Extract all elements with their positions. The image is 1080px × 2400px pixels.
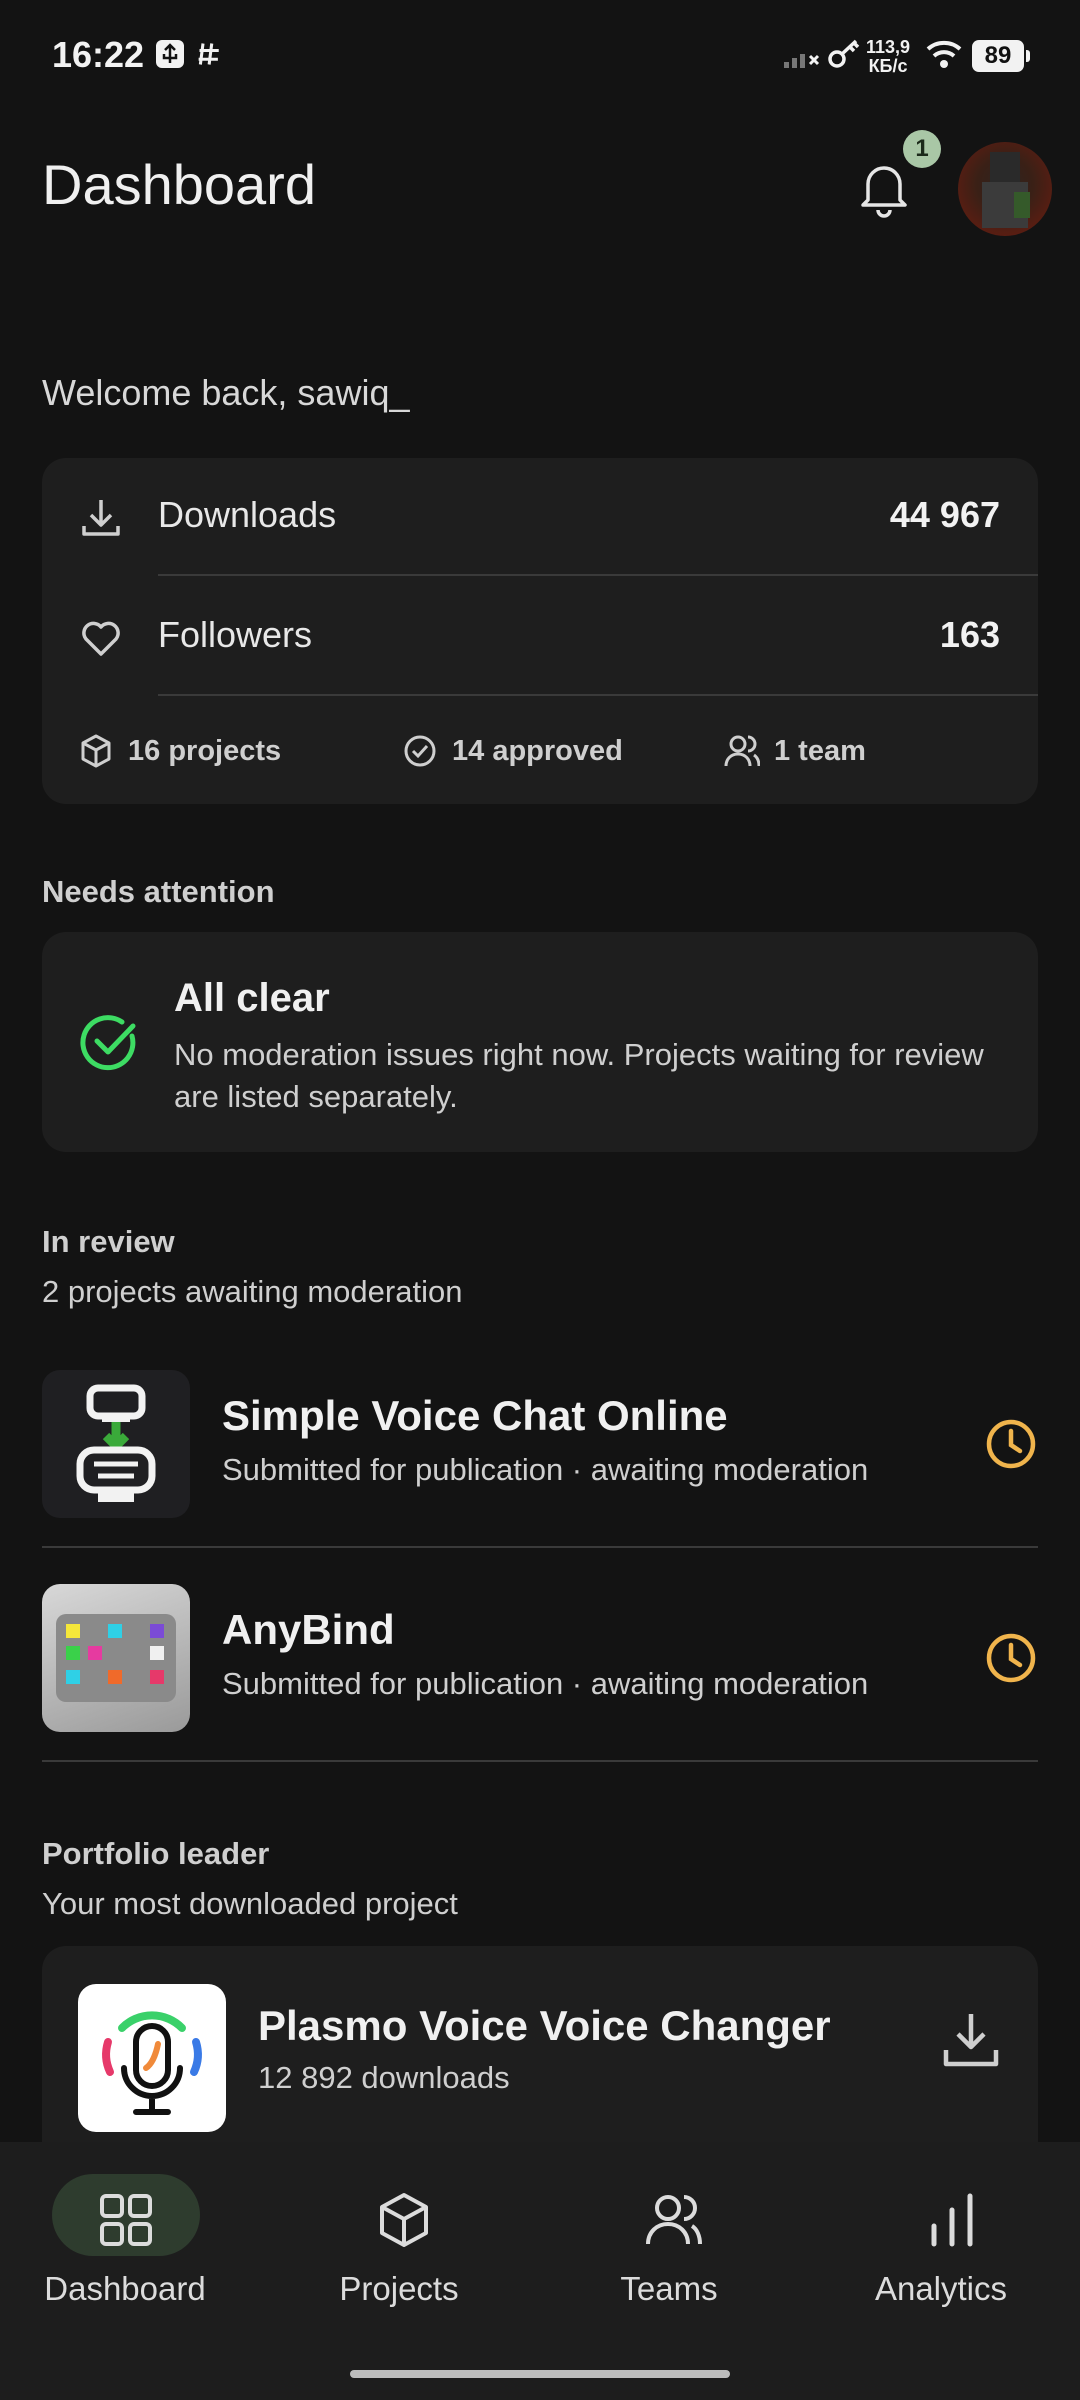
leader-project-downloads: 12 892 downloads <box>258 2060 510 2095</box>
project-name: Simple Voice Chat Online <box>222 1392 728 1439</box>
home-indicator[interactable] <box>350 2370 730 2378</box>
review-project-row[interactable]: Simple Voice Chat Online Submitted for p… <box>42 1370 1038 1584</box>
plasmo-voice-logo-icon <box>102 2011 202 2115</box>
nav-label: Teams <box>620 2270 718 2307</box>
section-title-portfolio-leader: Portfolio leader <box>42 1836 270 1871</box>
projects-count: 16 projects <box>78 728 281 774</box>
project-name: AnyBind <box>222 1606 395 1653</box>
downloads-row: Downloads 44 967 <box>42 458 1038 576</box>
network-speed: 113,9 КБ/с <box>866 37 911 76</box>
attention-title: All clear <box>174 976 330 1020</box>
divider <box>158 574 1038 576</box>
clock-icon <box>986 1633 1036 1683</box>
app-notification-icon <box>198 43 219 65</box>
status-time: 16:22 <box>52 34 145 75</box>
vpn-key-icon <box>828 39 860 68</box>
signal-icon <box>784 54 820 68</box>
bar-chart-icon <box>931 2193 973 2247</box>
voice-chat-logo-icon <box>76 1384 156 1502</box>
team-count: 1 team <box>724 728 866 774</box>
portfolio-leader-card[interactable]: Plasmo Voice Voice Changer 12 892 downlo… <box>42 1946 1038 2146</box>
attention-card: All clear No moderation issues right now… <box>42 932 1038 1152</box>
download-icon <box>82 500 120 536</box>
portfolio-leader-subtitle: Your most downloaded project <box>42 1886 458 1921</box>
section-title-needs-attention: Needs attention <box>42 874 275 909</box>
welcome-message: Welcome back, sawiq_ <box>42 372 410 413</box>
downloads-value: 44 967 <box>889 494 1000 535</box>
downloads-label: Downloads <box>158 494 337 535</box>
divider <box>42 1546 1038 1548</box>
stats-card: Downloads 44 967 Followers 163 16 projec… <box>42 458 1038 804</box>
heart-icon <box>82 621 120 656</box>
project-thumbnail <box>42 1370 190 1518</box>
review-project-row[interactable]: AnyBind Submitted for publication · awai… <box>42 1584 1038 1798</box>
followers-label: Followers <box>158 614 313 655</box>
avatar[interactable] <box>958 142 1052 236</box>
in-review-subtitle: 2 projects awaiting moderation <box>42 1274 463 1309</box>
nav-item-teams[interactable]: Teams <box>540 2142 810 2342</box>
bottom-navigation: Dashboard Projects Teams Analytics <box>0 2142 1080 2400</box>
section-title-in-review: In review <box>42 1224 175 1259</box>
users-icon <box>724 735 760 767</box>
users-icon <box>646 2195 702 2245</box>
box-icon <box>81 734 111 768</box>
nav-label: Projects <box>339 2270 459 2307</box>
notification-badge: 1 <box>903 130 941 168</box>
wifi-icon <box>926 40 962 68</box>
usb-icon <box>156 40 184 68</box>
project-status: Submitted for publication · awaiting mod… <box>222 1666 869 1701</box>
followers-value: 163 <box>939 614 1000 655</box>
leader-project-name: Plasmo Voice Voice Changer <box>258 2002 831 2049</box>
nav-label: Analytics <box>874 2270 1008 2307</box>
attention-text: No moderation issues right now. Projects… <box>174 1037 984 1114</box>
clock-icon <box>986 1419 1036 1469</box>
status-bar: 16:22 113,9 КБ/с 89 <box>0 0 1080 110</box>
approved-count: 14 approved <box>402 728 623 774</box>
project-thumbnail <box>42 1584 190 1732</box>
nav-item-analytics[interactable]: Analytics <box>810 2142 1080 2342</box>
box-icon <box>380 2193 428 2247</box>
battery-indicator: 89 <box>972 40 1030 72</box>
nav-item-projects[interactable]: Projects <box>270 2142 540 2342</box>
nav-label: Dashboard <box>44 2270 206 2307</box>
divider <box>158 694 1038 696</box>
page-title: Dashboard <box>42 153 316 216</box>
check-circle-icon <box>80 1015 136 1071</box>
followers-row: Followers 163 <box>42 578 1038 696</box>
anybind-logo-icon <box>56 1614 176 1702</box>
divider <box>42 1760 1038 1762</box>
badge-check-icon <box>404 735 436 767</box>
bell-icon[interactable] <box>856 158 912 218</box>
download-icon <box>943 2014 999 2067</box>
nav-item-dashboard[interactable]: Dashboard <box>0 2142 270 2342</box>
grid-icon <box>100 2194 152 2246</box>
project-thumbnail <box>78 1984 226 2132</box>
project-status: Submitted for publication · awaiting mod… <box>222 1452 869 1487</box>
